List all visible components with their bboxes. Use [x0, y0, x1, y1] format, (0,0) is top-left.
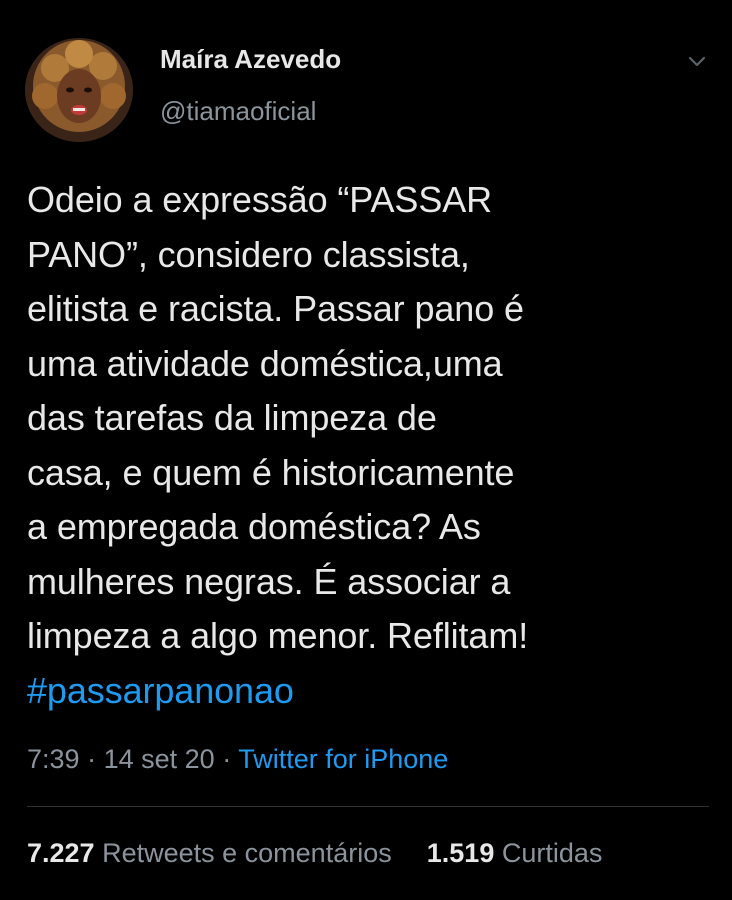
- chevron-down-icon[interactable]: [684, 48, 710, 74]
- likes-stat[interactable]: 1.519 Curtidas: [419, 838, 603, 868]
- retweets-label: Retweets e comentários: [102, 838, 392, 868]
- avatar-image: [25, 38, 133, 142]
- tweet-metadata: 7:39 · 14 set 20 · Twitter for iPhone: [27, 744, 448, 775]
- likes-label: Curtidas: [501, 838, 603, 868]
- author-display-name[interactable]: Maíra Azevedo: [160, 44, 341, 75]
- tweet-date[interactable]: 14 set 20: [104, 744, 215, 774]
- retweets-stat[interactable]: 7.227 Retweets e comentários: [27, 838, 399, 868]
- tweet-text-block: Odeio a expressão “PASSAR PANO”, conside…: [27, 173, 707, 718]
- likes-count: 1.519: [426, 838, 495, 868]
- retweets-count: 7.227: [27, 838, 95, 868]
- tweet-stats: 7.227 Retweets e comentários 1.519 Curti…: [27, 838, 602, 869]
- author-handle[interactable]: @tiamaoficial: [160, 96, 316, 127]
- hashtag-link[interactable]: #passarpanonao: [27, 670, 294, 711]
- avatar[interactable]: [25, 38, 133, 142]
- meta-separator: ·: [87, 744, 97, 774]
- tweet-time: 7:39: [27, 744, 80, 774]
- tweet-body: Odeio a expressão “PASSAR PANO”, conside…: [27, 179, 529, 656]
- tweet-source-link[interactable]: Twitter for iPhone: [238, 744, 448, 774]
- divider: [27, 806, 709, 807]
- meta-separator: ·: [222, 744, 232, 774]
